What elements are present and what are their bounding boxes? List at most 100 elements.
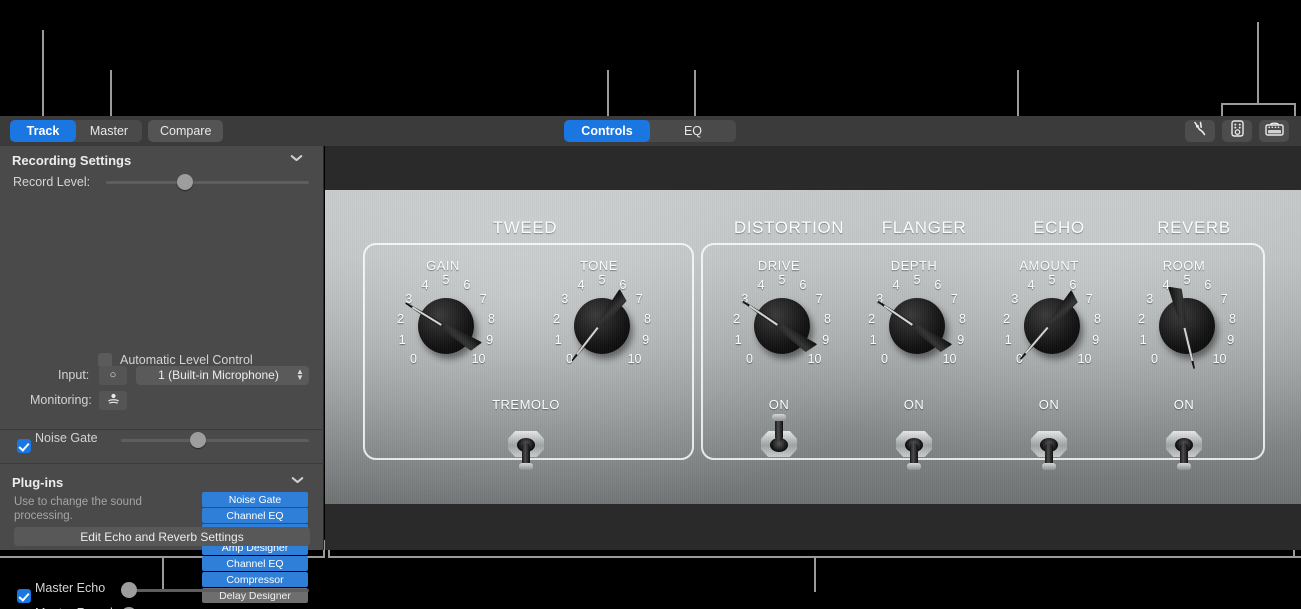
reverb-toggle[interactable]	[1162, 415, 1206, 470]
slider-thumb[interactable]	[190, 432, 207, 448]
monitoring-icon	[107, 393, 120, 407]
monitoring-label: Monitoring:	[30, 393, 92, 407]
tab-controls[interactable]: Controls	[564, 120, 650, 142]
knob-scale-number: 4	[757, 278, 765, 292]
stepper-icon[interactable]: ▲ ▼	[296, 367, 304, 382]
depth-knob[interactable]: 0 1 2 3 4 5 6 7 8 9 10	[854, 273, 974, 376]
master-echo-checkbox[interactable]	[17, 589, 31, 603]
plugin-slot[interactable]: Channel EQ	[202, 508, 308, 523]
flanger-toggle[interactable]	[892, 415, 936, 470]
recording-settings-header[interactable]: Recording Settings	[0, 146, 323, 174]
toggle-lever[interactable]	[1177, 443, 1191, 470]
knob-scale-number: 10	[807, 351, 822, 366]
inspector-panel: Recording Settings Record Level: Automat…	[0, 146, 324, 609]
knob-scale-number: 6	[799, 278, 807, 292]
knob-scale-number: 6	[619, 278, 627, 292]
record-level-label: Record Level:	[13, 175, 91, 189]
knob-scale-number: 10	[471, 351, 486, 366]
knob-scale-number: 9	[1227, 333, 1235, 348]
track-master-segmented-control[interactable]: Track Master	[10, 120, 142, 142]
chevron-down-icon[interactable]	[290, 155, 301, 166]
plugin-slot[interactable]: Channel EQ	[202, 556, 308, 571]
plugins-description: Use to change the sound processing.	[14, 496, 142, 522]
tab-eq[interactable]: EQ	[650, 120, 736, 142]
knob-scale-number: 4	[892, 278, 900, 292]
drive-knob[interactable]: 0 1 2 3 4 5 6 7 8 9 10	[719, 273, 839, 376]
input-source-value: 1 (Built-in Microphone)	[158, 368, 279, 382]
label-gain: GAIN	[426, 258, 460, 273]
tuner-button[interactable]	[1185, 120, 1215, 142]
callout-line-eq	[694, 70, 696, 122]
toggle-lever[interactable]	[772, 414, 786, 441]
room-knob[interactable]: 0 1 2 3 4 5 6 7 8 9 10	[1124, 273, 1244, 376]
amount-knob[interactable]: 0 1 2 3 4 5 6 7 8 9 10	[989, 273, 1109, 376]
pedalboard-icon	[1230, 120, 1244, 142]
amp-designer-panel: TWEED DISTORTION FLANGER ECHO REVERB GAI…	[325, 146, 1301, 550]
chevron-down-icon[interactable]	[291, 477, 302, 488]
input-source-select[interactable]: 1 (Built-in Microphone) ▲ ▼	[136, 365, 309, 385]
master-echo-slider[interactable]	[120, 582, 309, 598]
knob-scale-number: 9	[957, 333, 965, 348]
knob-scale-number: 0	[880, 351, 888, 366]
knob-scale-number: 8	[1228, 311, 1236, 326]
controls-eq-segmented-control[interactable]: Controls EQ	[564, 120, 736, 142]
knob-scale-number: 4	[421, 278, 429, 292]
echo-toggle[interactable]	[1027, 415, 1071, 470]
plugin-window: Track Master Compare Controls EQ Recordi…	[0, 116, 1301, 609]
amp-designer-button[interactable]	[1259, 120, 1289, 142]
knob-scale-number: 6	[934, 278, 942, 292]
knob-scale-number: 8	[1093, 311, 1101, 326]
knob-scale-number: 8	[823, 311, 831, 326]
tab-master[interactable]: Master	[76, 120, 142, 142]
record-level-slider[interactable]	[106, 174, 309, 190]
knob-scale-number: 2	[733, 311, 741, 326]
knob-scale-number: 3	[1146, 291, 1154, 306]
edit-echo-reverb-button[interactable]: Edit Echo and Reverb Settings	[14, 527, 310, 546]
automatic-level-control-checkbox[interactable]	[98, 353, 112, 367]
plugin-slot[interactable]: Noise Gate	[202, 492, 308, 507]
compare-button[interactable]: Compare	[148, 120, 224, 142]
callout-line-controls	[607, 70, 609, 122]
slider-track	[106, 181, 309, 184]
knob-scale-number: 0	[565, 351, 573, 366]
knob-scale-number: 4	[577, 278, 585, 292]
callout-line-plugins-stem	[1257, 22, 1259, 104]
knob-scale-number: 4	[1027, 278, 1035, 292]
divider-1	[0, 429, 324, 430]
label-flanger-on: ON	[903, 397, 925, 412]
slider-thumb[interactable]	[177, 174, 194, 190]
knob-scale-number: 9	[1092, 333, 1100, 348]
slider-track	[121, 439, 309, 442]
knob-scale-number: 1	[554, 333, 562, 348]
knob-scale-number: 2	[868, 311, 876, 326]
knob-scale-number: 5	[1048, 273, 1056, 287]
input-mono-button[interactable]: ○	[99, 365, 127, 385]
gain-knob[interactable]: 0 1 2 3 4 5 6 7 8 9 10	[383, 273, 503, 376]
tone-knob[interactable]: 0 1 2 3 4 5 6 7 8 9 10	[539, 273, 659, 376]
knob-scale-number: 7	[1220, 291, 1228, 306]
slider-thumb[interactable]	[120, 582, 137, 598]
toggle-lever[interactable]	[1042, 443, 1056, 470]
automatic-level-control-label: Automatic Level Control	[120, 353, 253, 367]
knob-scale-number: 3	[1011, 291, 1019, 306]
knob-scale-number: 0	[745, 351, 753, 366]
noise-gate-checkbox[interactable]	[17, 439, 31, 453]
noise-gate-slider[interactable]	[121, 432, 309, 448]
knob-scale-number: 6	[1204, 278, 1212, 292]
tremolo-toggle[interactable]	[504, 415, 548, 470]
label-amount: AMOUNT	[1019, 258, 1079, 273]
knob-scale-number: 9	[642, 333, 650, 348]
amp-footer-bar	[325, 504, 1301, 550]
monitoring-button[interactable]	[99, 390, 127, 410]
knob-scale-number: 8	[958, 311, 966, 326]
distortion-toggle[interactable]	[757, 414, 801, 469]
toggle-lever[interactable]	[907, 443, 921, 470]
pedalboard-button[interactable]	[1222, 120, 1252, 142]
automatic-level-control-row[interactable]: Automatic Level Control	[98, 353, 253, 367]
toggle-lever[interactable]	[519, 443, 533, 470]
knob-scale-number: 10	[1077, 351, 1092, 366]
knob-scale-number: 3	[561, 291, 569, 306]
tab-track[interactable]: Track	[10, 120, 76, 142]
knob-scale-number: 7	[1085, 291, 1093, 306]
knob-scale-number: 1	[869, 333, 877, 348]
